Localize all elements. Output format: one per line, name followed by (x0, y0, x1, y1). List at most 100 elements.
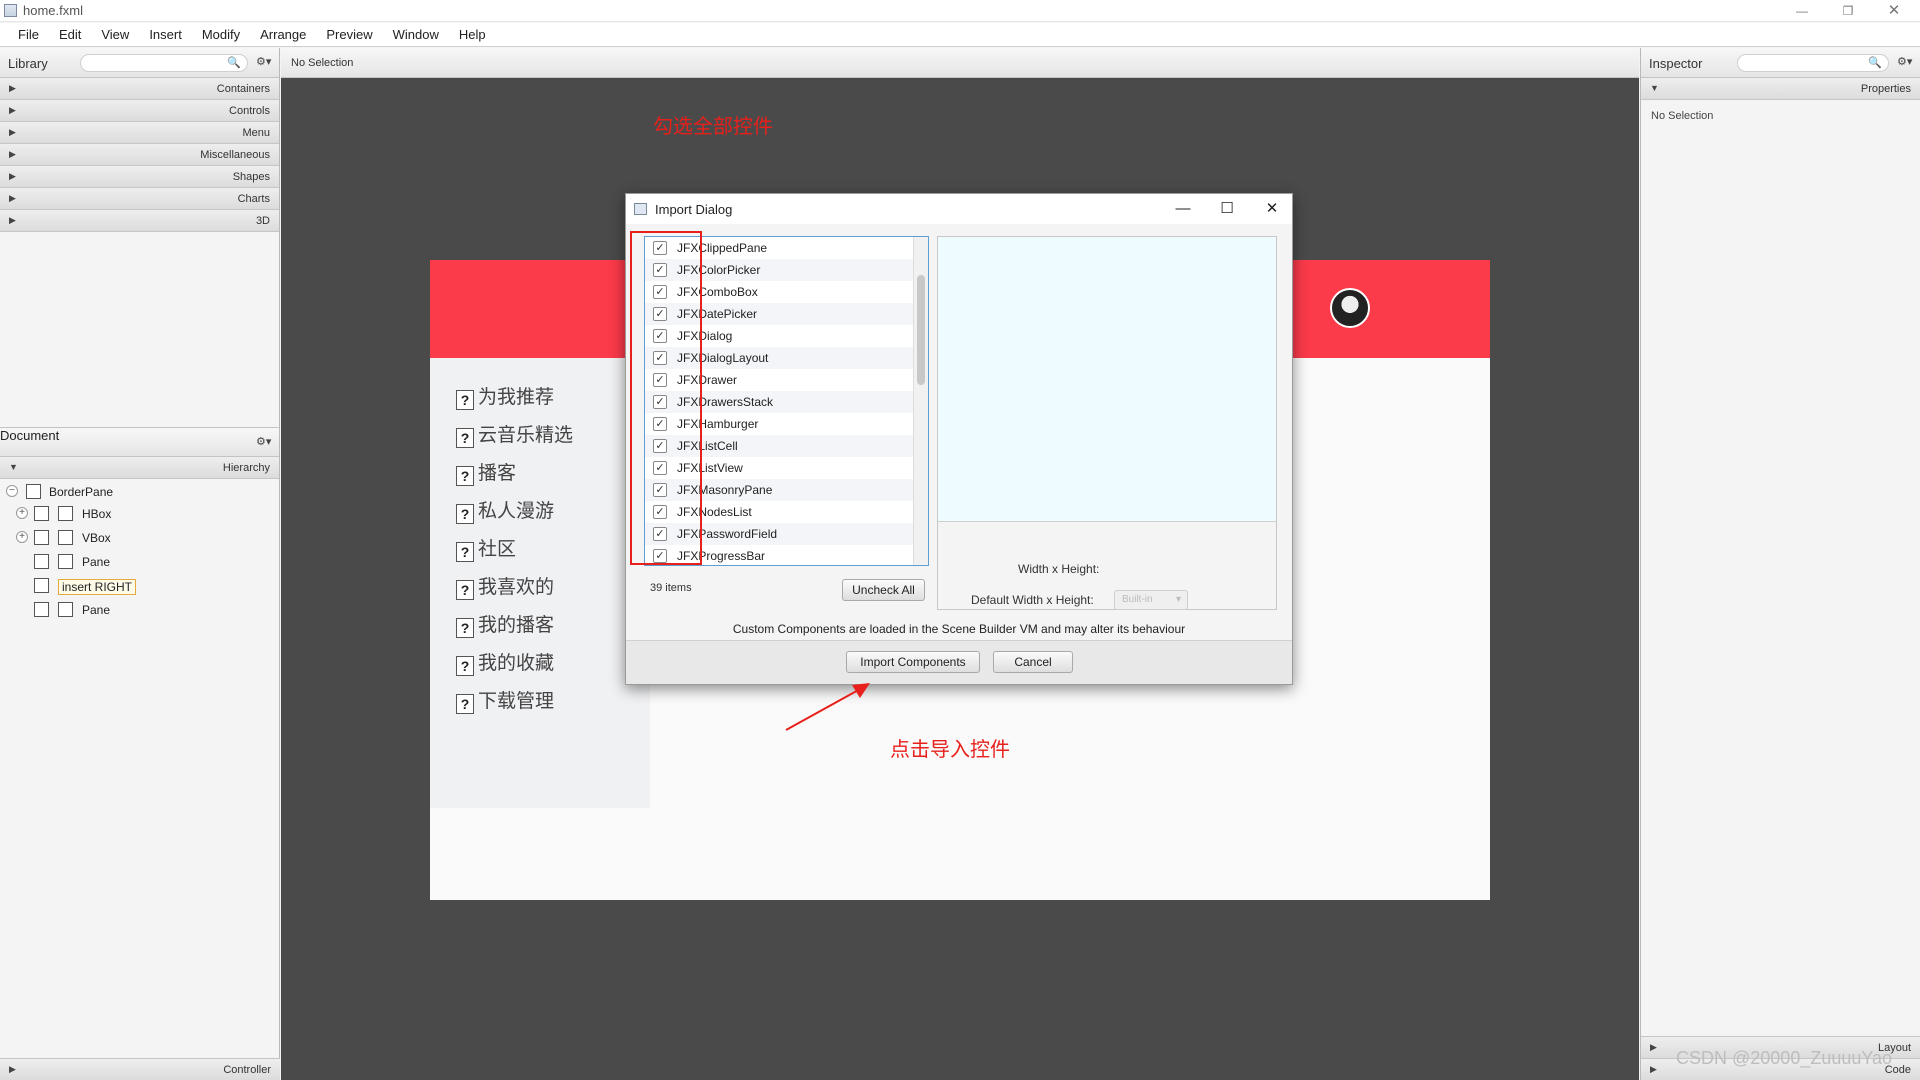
dialog-maximize-icon[interactable]: ☐ (1205, 194, 1249, 224)
annotation-arrow-icon (785, 683, 870, 731)
tree-item-hbox[interactable]: + HBox (0, 503, 280, 525)
collapse-node-icon[interactable]: − (6, 485, 18, 497)
chevron-down-icon: ▾ (1175, 594, 1181, 605)
list-scrollbar[interactable] (913, 237, 928, 565)
tree-label: Pane (82, 603, 111, 617)
library-search-input[interactable]: 🔍 (80, 54, 248, 72)
default-size-value: Built-in (1122, 594, 1153, 605)
menu-window[interactable]: Window (383, 23, 449, 46)
pane-icon (58, 554, 73, 569)
nav-item-my-podcast[interactable]: ? 我的播客 (456, 610, 554, 638)
library-section-label: Shapes (232, 171, 270, 183)
import-components-button[interactable]: Import Components (846, 651, 980, 673)
menu-help[interactable]: Help (449, 23, 496, 46)
import-dialog: Import Dialog — ☐ ✕ ✓ JFXClippedPane ✓ JFX… (625, 193, 1293, 685)
tree-item-pane[interactable]: Pane (0, 551, 280, 573)
dialog-title-bar: Import Dialog — ☐ ✕ (626, 194, 1292, 224)
nav-item-downloads[interactable]: ? 下载管理 (456, 686, 554, 714)
slot-icon (34, 578, 49, 593)
tree-label: VBox (82, 531, 111, 545)
dialog-note: Custom Components are loaded in the Scen… (732, 622, 1186, 636)
library-gear-icon[interactable]: ⚙▾ (256, 55, 271, 68)
library-section-controls[interactable]: ▶ Controls (0, 100, 279, 122)
dialog-close-icon[interactable]: ✕ (1250, 194, 1294, 224)
menu-preview[interactable]: Preview (316, 23, 382, 46)
tree-item-insert-right[interactable]: insert RIGHT (0, 575, 280, 597)
library-section-menu[interactable]: ▶ Menu (0, 122, 279, 144)
expand-icon: ▶ (9, 105, 16, 115)
uncheck-all-button[interactable]: Uncheck All (842, 579, 925, 601)
window-title-bar: home.fxml — ❐ ✕ (0, 0, 1920, 22)
hierarchy-section[interactable]: ▼ Hierarchy (0, 457, 279, 479)
library-section-label: Charts (237, 193, 270, 205)
tree-item-pane-2[interactable]: Pane (0, 599, 280, 621)
nav-item-liked[interactable]: ? 我喜欢的 (456, 572, 554, 600)
close-window-icon[interactable]: ✕ (1874, 0, 1914, 22)
inspector-search-input[interactable]: 🔍 (1737, 54, 1889, 72)
nav-item-community[interactable]: ? 社区 (456, 534, 516, 562)
nav-label: 播客 (478, 463, 517, 484)
library-section-label: Menu (242, 127, 270, 139)
nav-label: 社区 (478, 539, 517, 560)
menu-view[interactable]: View (91, 23, 139, 46)
menu-insert[interactable]: Insert (139, 23, 192, 46)
slot-icon (34, 530, 49, 545)
cancel-button[interactable]: Cancel (993, 651, 1073, 673)
list-footer: 39 items Uncheck All (644, 570, 929, 610)
library-header: Library 🔍 ⚙▾ (0, 48, 279, 78)
library-section-shapes[interactable]: ▶ Shapes (0, 166, 279, 188)
slot-icon (34, 554, 49, 569)
hbox-icon (58, 506, 73, 521)
nav-label: 下载管理 (478, 691, 555, 712)
nav-label: 我的播客 (478, 615, 555, 636)
missing-image-icon: ? (456, 618, 474, 638)
menu-file[interactable]: File (8, 23, 49, 46)
nav-item-recommend[interactable]: ? 为我推荐 (456, 382, 554, 410)
dialog-icon (634, 203, 647, 215)
expand-icon: ▶ (1650, 1064, 1657, 1074)
tree-item-vbox[interactable]: + VBox (0, 527, 280, 549)
nav-item-roam[interactable]: ? 私人漫游 (456, 496, 554, 524)
tree-item-borderpane[interactable]: − BorderPane (0, 481, 280, 503)
library-section-charts[interactable]: ▶ Charts (0, 188, 279, 210)
default-width-height-label: Default Width x Height: (971, 593, 1094, 607)
design-sidebar: ? 为我推荐 ? 云音乐精选 ? 播客 ? 私人漫游 ? 社区 ? 我喜欢的 ? 我的播客 ?… (430, 358, 650, 808)
item-count: 39 items (650, 582, 692, 594)
nav-label: 我的收藏 (478, 653, 555, 674)
missing-image-icon: ? (456, 504, 474, 524)
inspector-gear-icon[interactable]: ⚙▾ (1897, 55, 1912, 68)
nav-label: 为我推荐 (478, 387, 555, 408)
minimize-icon[interactable]: — (1782, 0, 1822, 22)
menu-edit[interactable]: Edit (49, 23, 91, 46)
controller-section[interactable]: ▶ Controller (0, 1058, 280, 1080)
document-gear-icon[interactable]: ⚙▾ (256, 435, 271, 448)
avatar (1330, 288, 1370, 328)
library-section-miscellaneous[interactable]: ▶ Miscellaneous (0, 144, 279, 166)
library-section-3d[interactable]: ▶ 3D (0, 210, 279, 232)
library-section-label: Containers (216, 83, 270, 95)
nav-item-favorites[interactable]: ? 我的收藏 (456, 648, 554, 676)
expand-icon: ▶ (1650, 1042, 1657, 1052)
menu-arrange[interactable]: Arrange (250, 23, 316, 46)
properties-section[interactable]: ▼ Properties (1641, 78, 1920, 100)
missing-image-icon: ? (456, 390, 474, 410)
properties-label: Properties (1860, 83, 1911, 95)
menu-modify[interactable]: Modify (192, 23, 250, 46)
search-icon: 🔍 (1868, 57, 1882, 69)
dialog-minimize-icon[interactable]: — (1161, 194, 1205, 224)
scrollbar-thumb[interactable] (917, 275, 925, 385)
left-panel: Library 🔍 ⚙▾ ▶ Containers ▶ Controls ▶ Menu… (0, 48, 280, 1080)
search-icon: 🔍 (227, 57, 241, 69)
expand-icon: ▶ (9, 149, 16, 159)
vbox-icon (58, 530, 73, 545)
canvas-header: No Selection (281, 48, 1639, 78)
library-section-containers[interactable]: ▶ Containers (0, 78, 279, 100)
expand-node-icon[interactable]: + (16, 531, 28, 543)
default-size-select[interactable]: Built-in ▾ (1114, 590, 1188, 610)
expand-icon: ▶ (9, 83, 16, 93)
expand-node-icon[interactable]: + (16, 507, 28, 519)
nav-item-podcast[interactable]: ? 播客 (456, 458, 516, 486)
nav-item-selection[interactable]: ? 云音乐精选 (456, 420, 573, 448)
restore-icon[interactable]: ❐ (1828, 0, 1868, 22)
annotation-highlight-box (630, 231, 702, 565)
